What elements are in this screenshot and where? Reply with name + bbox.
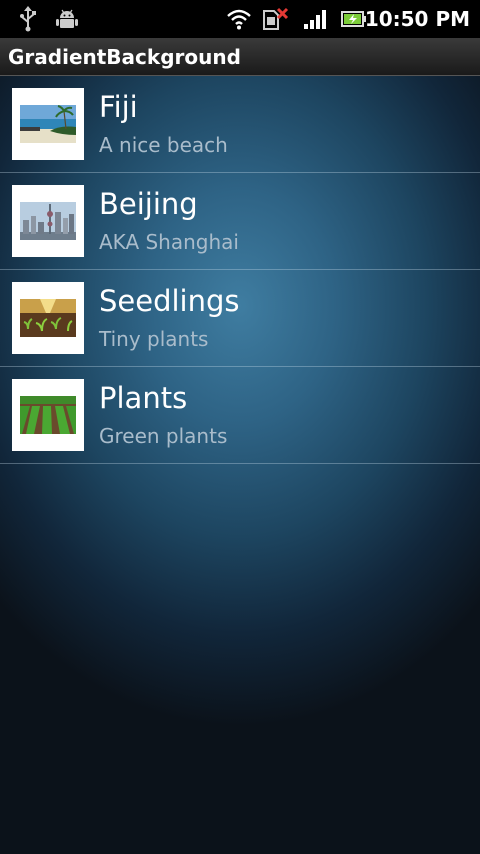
list-item-seedlings[interactable]: Seedlings Tiny plants [0,270,480,367]
item-subtitle: Tiny plants [99,327,209,351]
item-subtitle: AKA Shanghai [99,230,239,254]
android-debug-icon [54,6,80,32]
title-bar: GradientBackground [0,38,480,76]
item-subtitle: A nice beach [99,133,228,157]
city-skyline-image [12,185,84,257]
wifi-icon [226,6,252,32]
item-title: Seedlings [99,284,240,318]
list-item-beijing[interactable]: Beijing AKA Shanghai [0,173,480,270]
item-title: Fiji [99,90,138,124]
beach-image [12,88,84,160]
item-title: Beijing [99,187,198,221]
app-title: GradientBackground [8,45,241,69]
signal-icon [302,6,328,32]
status-bar: 10:50 PM [0,0,480,38]
seedlings-image [12,282,84,354]
item-subtitle: Green plants [99,424,228,448]
plant-rows-image [12,379,84,451]
list-item-plants[interactable]: Plants Green plants [0,367,480,464]
battery-charging-icon [340,6,368,32]
sim-error-icon [262,6,290,32]
places-list: Fiji A nice beach Beijing AKA Shanghai S… [0,76,480,464]
usb-icon [18,6,38,32]
item-title: Plants [99,381,188,415]
list-item-fiji[interactable]: Fiji A nice beach [0,76,480,173]
gradient-background: Fiji A nice beach Beijing AKA Shanghai S… [0,76,480,854]
status-time: 10:50 PM [364,7,470,31]
